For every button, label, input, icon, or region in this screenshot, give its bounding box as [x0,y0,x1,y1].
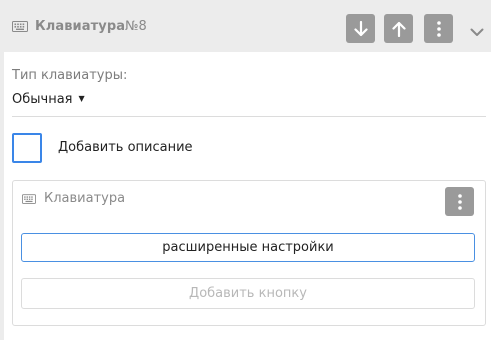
card-title: Клавиатура [44,191,126,206]
keyboard-panel: Клавиатура №8 Тип клавиатуры: Обычная ▼ … [4,0,491,340]
more-vertical-icon [457,193,462,210]
divider [12,116,486,117]
keyboard-card: Клавиатура расширенные настройки Добавит… [12,180,486,326]
more-vertical-icon [436,20,441,37]
add-button-button[interactable]: Добавить кнопку [21,278,475,309]
advanced-settings-button[interactable]: расширенные настройки [21,233,475,262]
panel-number: №8 [125,19,147,34]
arrow-up-icon [391,21,406,37]
keyboard-type-label: Тип клавиатуры: [12,68,128,83]
keyboard-icon [12,21,28,32]
caret-down-icon: ▼ [78,94,85,103]
add-description-label[interactable]: Добавить описание [58,140,193,155]
move-down-button[interactable] [346,14,375,43]
panel-title: Клавиатура [35,19,126,34]
panel-header: Клавиатура №8 [4,0,491,52]
keyboard-type-value: Обычная [12,92,73,107]
move-up-button[interactable] [384,14,413,43]
add-description-checkbox[interactable] [12,133,42,163]
keyboard-type-select[interactable]: Обычная ▼ [12,92,85,107]
more-options-button[interactable] [424,14,453,43]
arrow-down-icon [353,20,368,36]
card-more-options-button[interactable] [445,187,474,216]
chevron-down-icon[interactable] [470,22,484,41]
keyboard-icon [22,194,36,204]
